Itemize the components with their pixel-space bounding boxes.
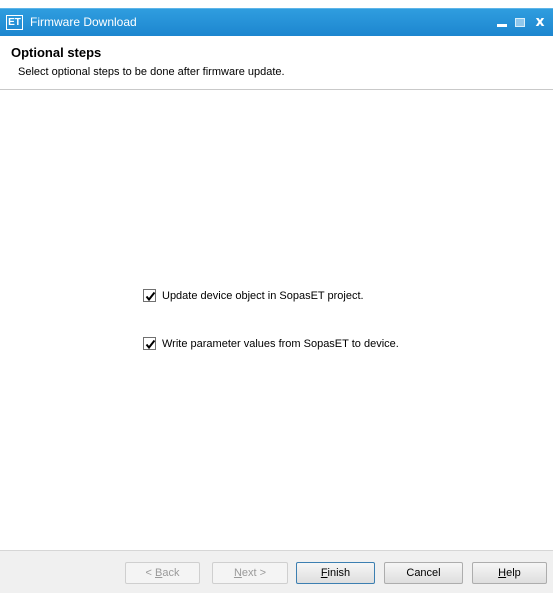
help-button-rest: elp (506, 567, 521, 579)
finish-button[interactable]: Finish (296, 562, 375, 584)
next-button-rest: ext > (241, 567, 267, 579)
maximize-button[interactable] (511, 13, 529, 31)
minimize-icon (497, 24, 507, 27)
page-description: Select optional steps to be done after f… (18, 66, 285, 78)
window-title: Firmware Download (30, 15, 137, 29)
cancel-button[interactable]: Cancel (384, 562, 463, 584)
checkmark-icon (145, 339, 156, 350)
back-button-prefix: < (145, 567, 155, 579)
wizard-header: Optional steps Select optional steps to … (0, 36, 553, 90)
help-button-mnemonic: H (498, 567, 507, 579)
write-parameter-values-label[interactable]: Write parameter values from SopasET to d… (162, 336, 399, 352)
background-app-strip (0, 0, 553, 8)
close-icon: x (535, 14, 545, 30)
maximize-icon (515, 18, 525, 27)
firmware-download-dialog: ET Firmware Download x Optional steps Se… (0, 0, 553, 593)
update-device-object-label[interactable]: Update device object in SopasET project. (162, 288, 364, 304)
button-bar: < Back Next > Finish Cancel Help (0, 550, 553, 593)
close-button[interactable]: x (531, 13, 549, 31)
help-button[interactable]: Help (472, 562, 547, 584)
write-parameter-values-checkbox[interactable] (143, 337, 156, 350)
wizard-content (0, 90, 553, 550)
update-device-object-checkbox[interactable] (143, 289, 156, 302)
checkmark-icon (145, 291, 156, 302)
finish-button-mnemonic: F (320, 567, 328, 579)
next-button-mnemonic: N (233, 567, 242, 579)
back-button[interactable]: < Back (125, 562, 200, 584)
back-button-rest: ack (162, 567, 180, 579)
title-bar[interactable]: ET Firmware Download x (0, 8, 553, 36)
finish-button-rest: inish (327, 567, 351, 579)
page-title: Optional steps (11, 45, 102, 60)
app-et-icon: ET (6, 15, 23, 30)
minimize-button[interactable] (493, 13, 511, 31)
next-button[interactable]: Next > (212, 562, 288, 584)
